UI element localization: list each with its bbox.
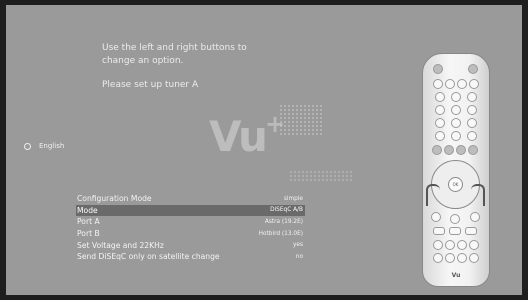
ok-button-icon: OK [448,177,463,192]
remote-brand-label: Vu [451,272,461,279]
config-label: Port A [77,217,100,227]
config-label: Mode [77,205,98,215]
language-label: English [39,142,65,150]
remote-button-icon [457,253,467,263]
config-value: no [295,253,303,260]
remote-button-icon [468,145,478,155]
remote-control-image: OK Vu [422,53,490,287]
left-arrow-icon [426,184,440,206]
remote-button-icon [433,253,443,263]
remote-button-icon [433,227,445,235]
logo-text: Vu [209,112,268,161]
config-label: Configuration Mode [77,194,152,204]
config-label: Send DiSEqC only on satellite change [77,252,220,262]
remote-button-icon [469,240,479,250]
config-label: Port B [77,229,100,239]
number-button-icon [451,105,461,115]
config-row-port-a[interactable]: Port A Astra (19.2E) [76,216,305,228]
remote-button-icon [469,79,479,89]
tuner-prompt: Please set up tuner A [102,80,199,90]
remote-button-icon [431,212,441,222]
remote-button-icon [457,240,467,250]
remote-button-icon [470,212,480,222]
dot-pattern-icon [289,170,353,182]
power-button-icon [433,64,443,74]
remote-button-icon [469,253,479,263]
mute-button-icon [468,64,478,74]
config-row-port-b[interactable]: Port B Hotbird (13.0E) [76,228,305,240]
number-button-icon [467,105,477,115]
remote-button-icon [433,240,443,250]
language-option[interactable]: English [24,140,64,152]
arrow-button-icon [435,131,445,141]
config-value: DiSEqC A/B [270,207,303,214]
config-value: yes [292,242,303,249]
number-button-icon [435,92,445,102]
help-text: Use the left and right buttons to change… [102,42,302,92]
number-button-icon [435,105,445,115]
config-value: simple [283,195,303,202]
config-row-configuration-mode[interactable]: Configuration Mode simple [76,193,305,205]
config-row-voltage[interactable]: Set Voltage and 22KHz yes [76,239,305,251]
remote-button-icon [450,214,460,224]
config-value: Hotbird (13.0E) [258,230,303,237]
number-button-icon [451,131,461,141]
dot-pattern-icon [279,104,324,136]
tv-screen: Use the left and right buttons to change… [6,5,522,295]
remote-button-icon [432,145,442,155]
number-button-icon [467,118,477,128]
config-row-diseqc-change[interactable]: Send DiSEqC only on satellite change no [76,251,305,263]
number-button-icon [467,92,477,102]
help-line-2: change an option. [102,56,184,66]
config-label: Set Voltage and 22KHz [77,240,164,250]
remote-button-icon [445,253,455,263]
remote-button-icon [456,145,466,155]
config-row-mode[interactable]: Mode DiSEqC A/B [76,204,305,217]
right-arrow-icon [471,184,485,206]
radio-ring-icon [24,142,31,150]
remote-button-icon [433,79,443,89]
remote-button-icon [449,227,461,235]
tuner-config-list: Configuration Mode simple Mode DiSEqC A/… [76,193,305,263]
number-button-icon [451,118,461,128]
help-line-1: Use the left and right buttons to [102,43,247,53]
remote-button-icon [445,240,455,250]
remote-button-icon [457,79,467,89]
number-button-icon [435,118,445,128]
remote-button-icon [445,79,455,89]
number-button-icon [451,92,461,102]
remote-button-icon [444,145,454,155]
remote-button-icon [465,227,477,235]
vu-watermark-logo: Vu + [209,104,353,202]
config-value: Astra (19.2E) [264,218,303,225]
arrow-button-icon [467,131,477,141]
